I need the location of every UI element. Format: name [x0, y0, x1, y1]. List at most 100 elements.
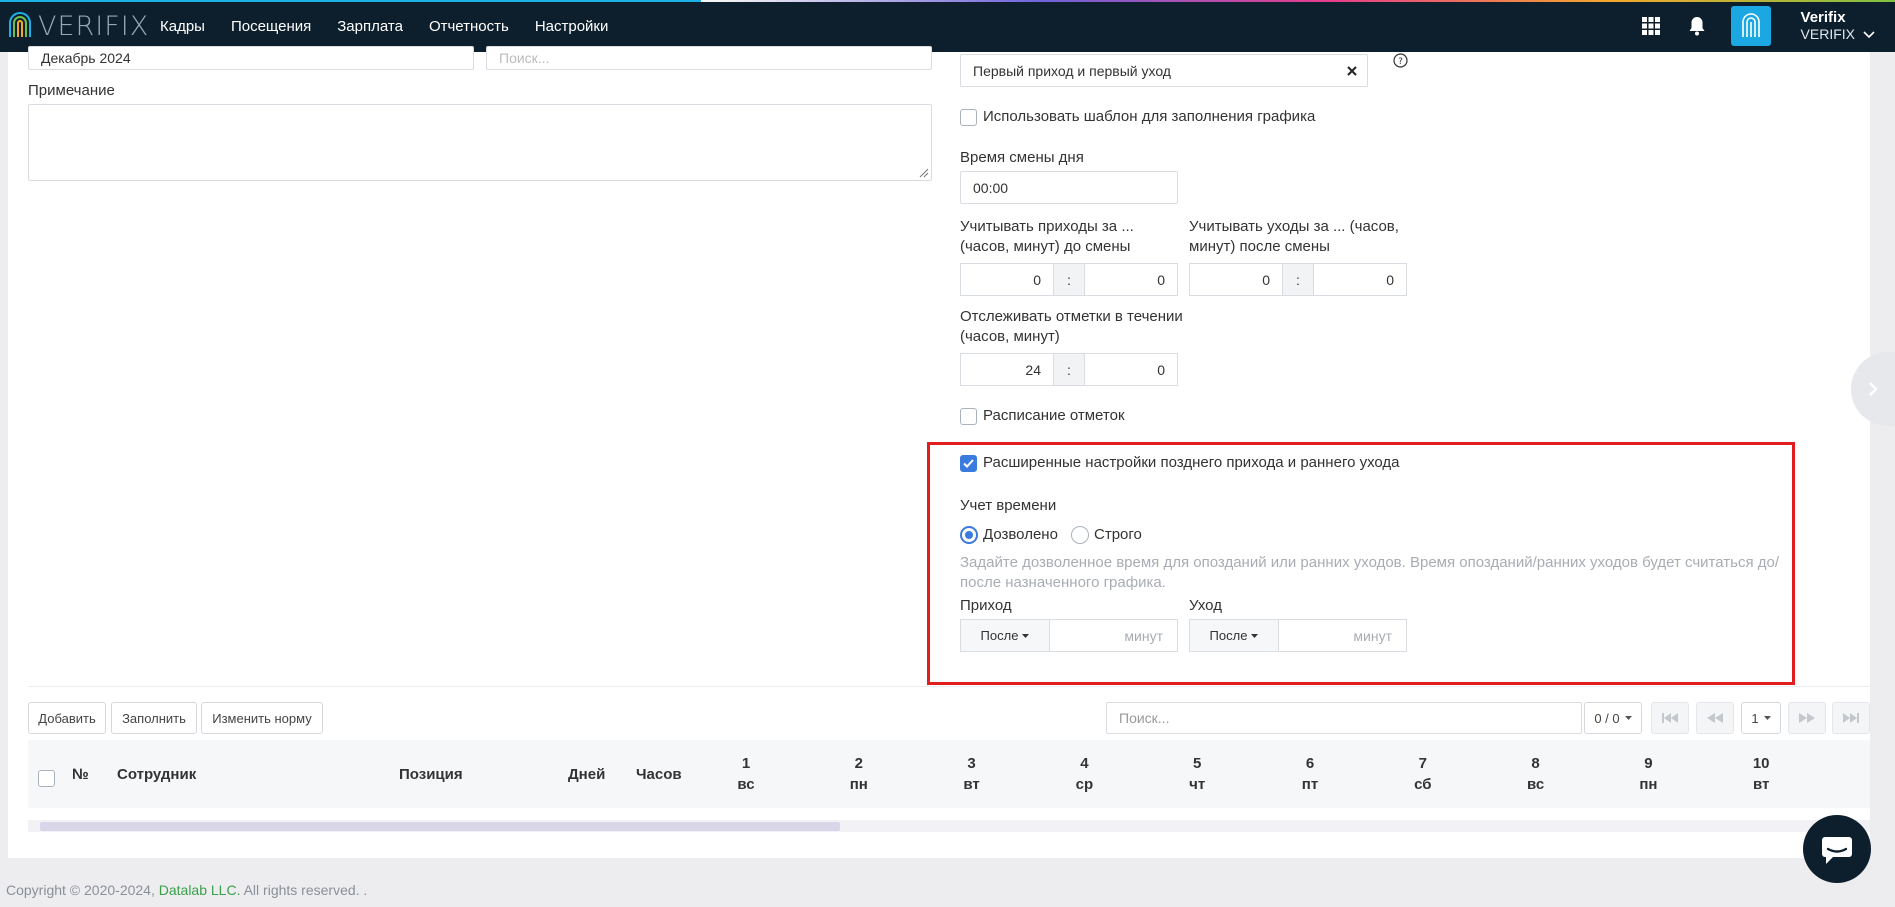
chevron-right-icon	[1869, 382, 1878, 396]
track-input-group: 24 : 0	[960, 353, 1178, 386]
time-separator: :	[1283, 263, 1313, 296]
col-number[interactable]: №	[72, 740, 89, 808]
col-employee[interactable]: Сотрудник	[117, 740, 196, 808]
count-value: 0 / 0	[1594, 710, 1620, 726]
col-day[interactable]: 7 сб	[1393, 740, 1453, 808]
fingerprint-logo-icon	[9, 12, 31, 37]
day-of-week: пн	[849, 776, 868, 793]
nav-item-staff[interactable]: Кадры	[160, 18, 205, 35]
search-field-top[interactable]: Поиск...	[486, 46, 932, 70]
rights-text: All rights reserved. .	[243, 882, 368, 898]
col-day[interactable]: 6 пт	[1280, 740, 1340, 808]
count-select[interactable]: 0 / 0	[1584, 702, 1642, 734]
leaves-minutes-input[interactable]: 0	[1313, 263, 1407, 296]
last-page-icon	[1843, 713, 1859, 723]
day-number: 5	[1193, 755, 1202, 772]
day-of-week: пн	[1639, 776, 1658, 793]
track-minutes-input[interactable]: 0	[1084, 353, 1178, 386]
clear-icon[interactable]	[1347, 66, 1357, 76]
divider	[28, 686, 1870, 687]
caret-down-icon	[1763, 716, 1771, 720]
day-number: 4	[1080, 755, 1089, 772]
col-hours[interactable]: Часов	[636, 740, 682, 808]
leaves-label: Учитывать уходы за ... (часов, минут) по…	[1189, 218, 1399, 255]
apps-grid-icon[interactable]	[1639, 14, 1663, 38]
change-norm-button[interactable]: Изменить норму	[201, 702, 323, 734]
scrollbar-thumb[interactable]	[40, 822, 840, 831]
leaves-input-group: 0 : 0	[1189, 263, 1407, 296]
copyright-text: Copyright © 2020-2024,	[6, 882, 155, 898]
attendance-template-value: Первый приход и первый уход	[973, 62, 1171, 79]
fill-button[interactable]: Заполнить	[111, 702, 197, 734]
day-number: 6	[1305, 755, 1315, 772]
logo-text: VERIFIX	[38, 10, 150, 42]
logo[interactable]: VERIFIX	[6, 8, 149, 44]
arrivals-input-group: 0 : 0	[960, 263, 1178, 296]
col-day[interactable]: 8 вс	[1506, 740, 1566, 808]
last-page-button[interactable]	[1832, 702, 1870, 734]
table-header: № Сотрудник Позиция Дней Часов 1 вс 2 пн 3 вт…	[28, 740, 1870, 808]
nav-item-salary[interactable]: Зарплата	[337, 18, 403, 35]
col-day[interactable]: 3 вт	[942, 740, 1002, 808]
add-button[interactable]: Добавить	[28, 702, 106, 734]
day-number: 1	[741, 755, 751, 772]
avatar[interactable]	[1730, 6, 1771, 46]
fingerprint-icon	[1741, 13, 1760, 37]
main-nav: Кадры Посещения Зарплата Отчетность Наст…	[160, 0, 634, 52]
col-days[interactable]: Дней	[568, 740, 605, 808]
period-field[interactable]: Декабрь 2024	[28, 46, 474, 70]
shift-time-label: Время смены дня	[960, 149, 1084, 166]
page-select[interactable]: 1	[1741, 702, 1781, 734]
use-template-checkbox[interactable]	[960, 109, 977, 126]
day-of-week: вс	[737, 776, 755, 793]
select-all-checkbox[interactable]	[38, 770, 55, 787]
next-page-button[interactable]	[1788, 702, 1826, 734]
header-right: Verifix VERIFIX	[1639, 0, 1895, 52]
rewind-icon	[1707, 713, 1723, 723]
bell-icon[interactable]	[1685, 14, 1709, 38]
footer: Copyright © 2020-2024, Datalab LLC. All …	[6, 882, 367, 898]
col-day[interactable]: 5 чт	[1167, 740, 1227, 808]
col-day[interactable]: 9 пн	[1618, 740, 1678, 808]
prev-page-button[interactable]	[1696, 702, 1734, 734]
col-day[interactable]: 1 вс	[716, 740, 776, 808]
note-textarea[interactable]	[28, 104, 932, 181]
day-of-week: вт	[1753, 776, 1770, 793]
col-position[interactable]: Позиция	[399, 740, 463, 808]
col-day[interactable]: 2 пн	[829, 740, 889, 808]
track-hours-input[interactable]: 24	[960, 353, 1054, 386]
nav-item-visits[interactable]: Посещения	[231, 18, 311, 35]
schedule-marks-label: Расписание отметок	[983, 407, 1125, 424]
help-icon[interactable]: ?	[1393, 53, 1408, 68]
nav-item-settings[interactable]: Настройки	[535, 18, 609, 35]
col-day[interactable]: 10 вт	[1731, 740, 1791, 808]
first-page-icon	[1662, 713, 1678, 723]
arrivals-label: Учитывать приходы за ... (часов, минут) …	[960, 218, 1134, 255]
chevron-down-icon	[1863, 30, 1875, 38]
note-label: Примечание	[28, 82, 115, 99]
arrivals-hours-input[interactable]: 0	[960, 263, 1054, 296]
user-menu[interactable]: Verifix VERIFIX	[1801, 9, 1875, 43]
day-of-week: вт	[963, 776, 980, 793]
top-navbar: VERIFIX Кадры Посещения Зарплата Отчетно…	[0, 0, 1895, 52]
first-page-button[interactable]	[1651, 702, 1689, 734]
use-template-label: Использовать шаблон для заполнения графи…	[983, 108, 1316, 125]
col-day[interactable]: 4 ср	[1054, 740, 1114, 808]
company-link[interactable]: Datalab LLC.	[159, 882, 241, 898]
day-number: 9	[1644, 755, 1653, 772]
page-value: 1	[1751, 710, 1759, 726]
schedule-marks-checkbox[interactable]	[960, 408, 977, 425]
time-separator: :	[1054, 263, 1084, 296]
horizontal-scrollbar[interactable]	[28, 820, 1870, 832]
day-number: 10	[1752, 755, 1770, 772]
day-of-week: вс	[1526, 776, 1545, 793]
shift-time-input[interactable]: 00:00	[960, 171, 1178, 204]
arrivals-minutes-input[interactable]: 0	[1084, 263, 1178, 296]
attendance-template-select[interactable]: Первый приход и первый уход	[960, 54, 1368, 87]
table-search-input[interactable]: Поиск...	[1106, 702, 1582, 734]
leaves-hours-input[interactable]: 0	[1189, 263, 1283, 296]
chat-icon	[1822, 837, 1852, 864]
nav-item-reports[interactable]: Отчетность	[429, 18, 509, 35]
chat-button[interactable]	[1803, 815, 1871, 883]
day-number: 7	[1418, 755, 1427, 772]
